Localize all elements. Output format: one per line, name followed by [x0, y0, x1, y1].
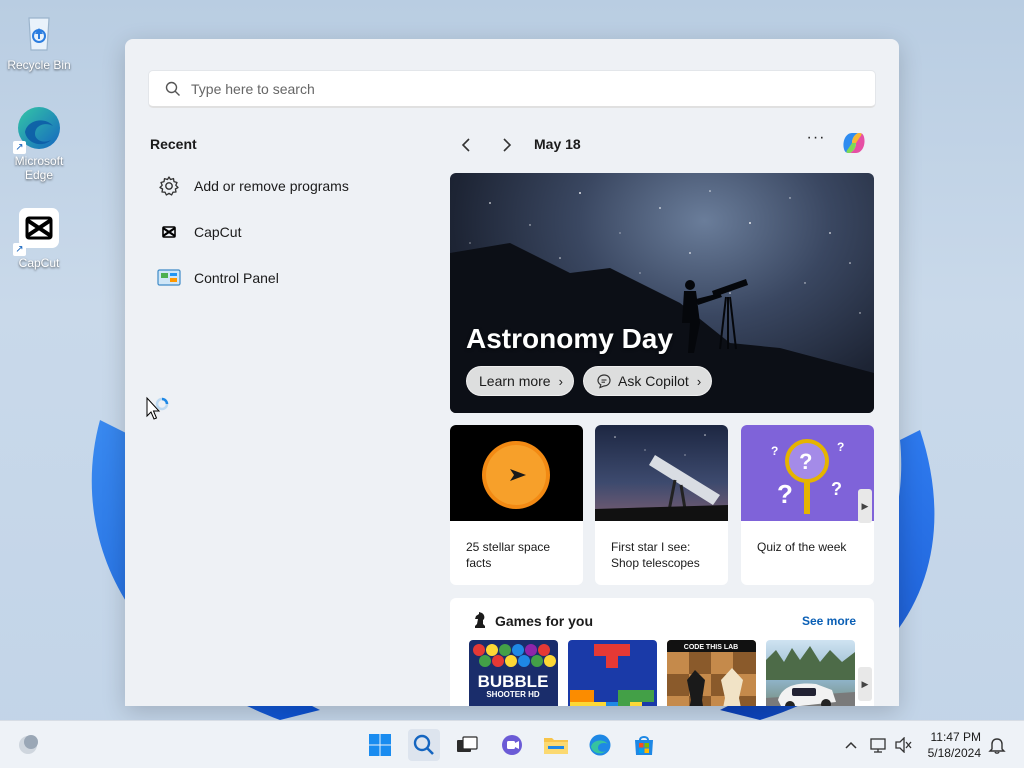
desktop-icon-capcut[interactable]: ↗ CapCut [7, 206, 71, 270]
task-view-button[interactable] [451, 729, 483, 761]
hero-card[interactable]: Astronomy Day Learn more › Ask Copilot › [450, 173, 874, 413]
desktop-icon-label: Microsoft Edge [14, 154, 64, 182]
recent-item-control-panel[interactable]: Control Panel [157, 263, 279, 293]
recent-item-label: CapCut [194, 224, 242, 240]
chevron-right-icon: › [696, 373, 702, 389]
edge-button[interactable] [584, 729, 616, 761]
game-tile-text: CODE THIS LAB [684, 644, 738, 651]
store-button[interactable] [628, 729, 660, 761]
chat-bubble-icon [597, 374, 611, 389]
start-button[interactable] [364, 729, 396, 761]
next-button[interactable] [495, 133, 519, 157]
svg-text:?: ? [777, 479, 793, 509]
game-tile-racing[interactable] [766, 640, 855, 706]
store-icon [635, 736, 653, 755]
taskbar-clock[interactable]: 11:47 PM 5/18/2024 [928, 729, 981, 761]
desktop-icon-label: CapCut [18, 256, 60, 270]
search-input[interactable] [191, 80, 791, 97]
network-icon [870, 738, 886, 753]
folder-icon [544, 738, 568, 754]
volume-button[interactable] [894, 735, 914, 755]
more-options-button[interactable]: ··· [805, 129, 827, 153]
notification-bell-icon [988, 738, 1006, 754]
card-caption: 25 stellar space facts [466, 540, 551, 570]
game-tile-chess[interactable]: CODE THIS LAB [667, 640, 756, 706]
chevron-left-icon [461, 138, 470, 152]
quiz-image: ? ? ? ? ? [741, 425, 874, 521]
card-caption: Quiz of the week [757, 540, 847, 554]
capcut-icon [157, 220, 181, 244]
chat-icon [502, 735, 522, 755]
card-shop-telescopes[interactable]: First star I see: Shop telescopes [595, 425, 728, 585]
ask-copilot-button[interactable]: Ask Copilot › [583, 366, 713, 396]
chevron-up-icon [845, 741, 857, 749]
recent-title: Recent [150, 136, 197, 152]
chess-knight-icon [475, 612, 485, 628]
svg-text:?: ? [771, 444, 778, 458]
clock-time: 11:47 PM [930, 730, 981, 744]
learn-more-label: Learn more [479, 373, 551, 389]
ask-copilot-label: Ask Copilot [618, 373, 689, 389]
busy-cursor-icon [146, 396, 169, 420]
windows-icon [369, 734, 391, 756]
game-tile-block-puzzle[interactable] [568, 640, 657, 706]
notifications-button[interactable] [987, 735, 1007, 755]
recycle-bin-icon [15, 8, 63, 56]
search-panel: Recent Add or remove programs CapCut [125, 39, 899, 706]
network-button[interactable] [869, 735, 889, 755]
game-tile-bubble-shooter[interactable]: BUBBLE SHOOTER HD [469, 640, 558, 706]
card-quiz[interactable]: ? ? ? ? ? Quiz of the week [741, 425, 874, 585]
hero-title: Astronomy Day [466, 323, 673, 354]
svg-text:?: ? [799, 449, 812, 474]
scroll-right-button[interactable]: ▶ [858, 489, 872, 523]
task-view-icon [457, 736, 478, 752]
sun-image [450, 425, 583, 521]
svg-text:?: ? [831, 479, 842, 499]
control-panel-icon [157, 266, 181, 290]
recent-item-capcut[interactable]: CapCut [157, 217, 241, 247]
card-space-facts[interactable]: 25 stellar space facts [450, 425, 583, 585]
volume-muted-icon [895, 737, 912, 753]
game-tile-text: BUBBLE [478, 672, 549, 691]
weather-button[interactable] [12, 729, 44, 761]
desktop-icon-microsoft-edge[interactable]: ↗ Microsoft Edge [7, 104, 71, 182]
teams-chat-button[interactable] [496, 729, 528, 761]
search-button[interactable] [408, 729, 440, 761]
desktop-icon-recycle-bin[interactable]: Recycle Bin [7, 8, 71, 72]
learn-more-button[interactable]: Learn more › [466, 366, 574, 396]
copilot-icon [843, 133, 865, 153]
see-more-link[interactable]: See more [802, 614, 856, 628]
desktop-icon-label: Recycle Bin [7, 58, 71, 72]
chevron-right-icon: › [558, 373, 563, 389]
edge-icon: ↗ [13, 104, 63, 154]
search-icon [165, 81, 180, 96]
widgets-date: May 18 [534, 136, 581, 152]
file-explorer-button[interactable] [540, 729, 572, 761]
games-title: Games for you [495, 613, 594, 629]
shortcut-arrow-icon: ↗ [13, 141, 26, 154]
previous-button[interactable] [454, 133, 478, 157]
shortcut-arrow-icon: ↗ [13, 243, 26, 256]
recent-item-add-remove-programs[interactable]: Add or remove programs [157, 171, 349, 201]
capcut-icon: ↗ [13, 206, 63, 256]
search-icon [413, 734, 434, 755]
card-caption: First star I see: Shop telescopes [611, 540, 700, 570]
gear-icon [157, 174, 181, 198]
chevron-right-icon [503, 138, 512, 152]
clock-date: 5/18/2024 [927, 746, 981, 760]
svg-text:?: ? [837, 440, 844, 454]
show-hidden-icons-button[interactable] [841, 735, 861, 755]
weather-moon-icon [19, 735, 38, 754]
recent-item-label: Add or remove programs [194, 178, 349, 194]
recent-item-label: Control Panel [194, 270, 279, 286]
copilot-button[interactable] [838, 127, 870, 159]
edge-icon [589, 734, 611, 756]
game-tile-text: SHOOTER HD [486, 690, 540, 699]
games-scroll-right-button[interactable]: ▶ [858, 667, 872, 701]
search-box[interactable] [148, 70, 876, 108]
taskbar: 11:47 PM 5/18/2024 [0, 720, 1024, 768]
telescope-image [595, 425, 728, 521]
games-section: Games for you See more BUBBLE SHOOTER HD [450, 598, 874, 706]
